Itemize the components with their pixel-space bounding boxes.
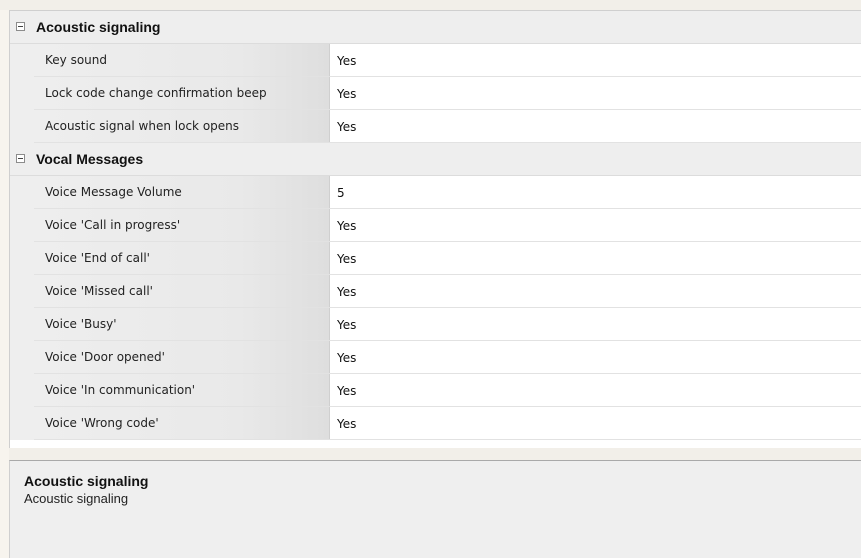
- category-acoustic-signaling[interactable]: Acoustic signaling: [10, 11, 861, 44]
- property-value-label: Yes: [337, 252, 357, 266]
- property-value-label: Yes: [337, 417, 357, 431]
- property-row[interactable]: Voice 'In communication' Yes: [10, 374, 861, 407]
- row-gutter: [10, 242, 34, 275]
- row-gutter: [10, 176, 34, 209]
- property-name-label: Voice 'End of call': [45, 251, 150, 265]
- property-value-label: Yes: [337, 54, 357, 68]
- property-value-label: Yes: [337, 87, 357, 101]
- row-gutter: [10, 374, 34, 407]
- property-name-label: Voice Message Volume: [45, 185, 182, 199]
- property-name-label: Voice 'Missed call': [45, 284, 153, 298]
- property-value[interactable]: Yes: [330, 275, 861, 307]
- property-value[interactable]: Yes: [330, 308, 861, 340]
- category-label: Acoustic signaling: [36, 19, 161, 35]
- property-name: Voice 'Wrong code': [34, 407, 330, 439]
- description-title: Acoustic signaling: [24, 473, 149, 489]
- top-bar: [0, 0, 861, 10]
- property-name: Voice 'Call in progress': [34, 209, 330, 241]
- property-value-label: 5: [337, 186, 345, 200]
- property-name-label: Key sound: [45, 53, 107, 67]
- property-row[interactable]: Voice 'Busy' Yes: [10, 308, 861, 341]
- property-name: Key sound: [34, 44, 330, 76]
- property-name-label: Acoustic signal when lock opens: [45, 119, 240, 133]
- property-row[interactable]: Voice 'Door opened' Yes: [10, 341, 861, 374]
- property-value-label: Yes: [337, 285, 357, 299]
- property-value[interactable]: Yes: [330, 209, 861, 241]
- row-gutter: [10, 44, 34, 77]
- row-gutter: [10, 209, 34, 242]
- property-row[interactable]: Acoustic signal when lock opens Yes: [10, 110, 861, 143]
- row-gutter: [10, 341, 34, 374]
- property-name: Voice 'Busy': [34, 308, 330, 340]
- row-gutter: [10, 308, 34, 341]
- property-value-label: Yes: [337, 384, 357, 398]
- property-value[interactable]: Yes: [330, 341, 861, 373]
- property-name-label: Voice 'Busy': [45, 317, 117, 331]
- property-row[interactable]: Voice 'Call in progress' Yes: [10, 209, 861, 242]
- property-name: Voice 'Missed call': [34, 275, 330, 307]
- panel-splitter[interactable]: [9, 448, 861, 460]
- property-name-label: Voice 'Door opened': [45, 350, 165, 364]
- property-grid: Acoustic signaling Key sound Yes Lock co…: [9, 10, 861, 449]
- property-value[interactable]: Yes: [330, 77, 861, 109]
- property-name-label: Voice 'Call in progress': [45, 218, 181, 232]
- collapse-icon[interactable]: [16, 22, 25, 31]
- property-name-label: Lock code change confirmation beep: [45, 86, 267, 100]
- category-label: Vocal Messages: [36, 151, 144, 167]
- property-name: Acoustic signal when lock opens: [34, 110, 330, 142]
- property-row[interactable]: Voice Message Volume 5: [10, 176, 861, 209]
- property-value[interactable]: Yes: [330, 374, 861, 406]
- row-gutter: [10, 275, 34, 308]
- category-vocal-messages[interactable]: Vocal Messages: [10, 143, 861, 176]
- description-panel: Acoustic signaling Acoustic signaling: [9, 460, 861, 558]
- property-value[interactable]: Yes: [330, 242, 861, 274]
- property-name: Voice 'End of call': [34, 242, 330, 274]
- property-value-label: Yes: [337, 351, 357, 365]
- property-row[interactable]: Key sound Yes: [10, 44, 861, 77]
- row-gutter: [10, 407, 34, 440]
- property-row[interactable]: Lock code change confirmation beep Yes: [10, 77, 861, 110]
- property-value-label: Yes: [337, 318, 357, 332]
- left-strip: [0, 10, 9, 558]
- property-name: Lock code change confirmation beep: [34, 77, 330, 109]
- row-gutter: [10, 110, 34, 143]
- property-value[interactable]: Yes: [330, 110, 861, 142]
- property-name: Voice 'In communication': [34, 374, 330, 406]
- property-row[interactable]: Voice 'End of call' Yes: [10, 242, 861, 275]
- property-name: Voice 'Door opened': [34, 341, 330, 373]
- collapse-icon[interactable]: [16, 154, 25, 163]
- property-value[interactable]: 5: [330, 176, 861, 208]
- property-row[interactable]: Voice 'Missed call' Yes: [10, 275, 861, 308]
- property-value[interactable]: Yes: [330, 407, 861, 439]
- property-row[interactable]: Voice 'Wrong code' Yes: [10, 407, 861, 440]
- description-text: Acoustic signaling: [24, 491, 129, 506]
- property-value-label: Yes: [337, 120, 357, 134]
- property-name-label: Voice 'Wrong code': [45, 416, 159, 430]
- property-value-label: Yes: [337, 219, 357, 233]
- property-name: Voice Message Volume: [34, 176, 330, 208]
- property-name-label: Voice 'In communication': [45, 383, 196, 397]
- property-value[interactable]: Yes: [330, 44, 861, 76]
- row-gutter: [10, 77, 34, 110]
